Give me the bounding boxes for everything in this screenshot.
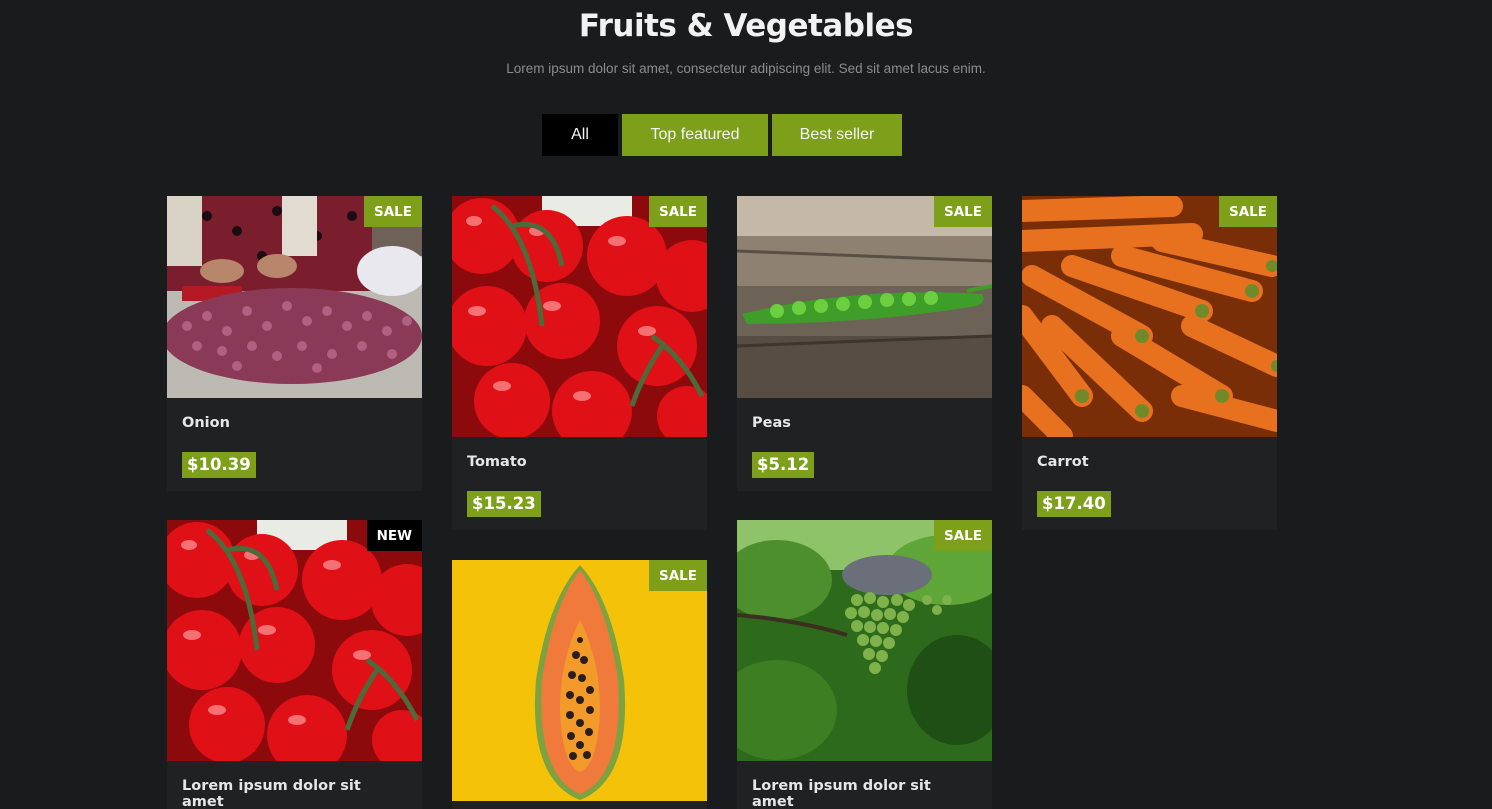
product-name[interactable]: Peas	[737, 398, 992, 438]
product-image-tomato[interactable]: NEW	[167, 520, 422, 761]
product-name[interactable]: Lorem ipsum dolor sit amet	[737, 761, 992, 809]
sale-badge: SALE	[649, 196, 707, 227]
sale-badge: SALE	[934, 520, 992, 551]
product-price: $15.23	[467, 491, 541, 517]
tab-best-seller[interactable]: Best seller	[772, 114, 902, 156]
product-image-papaya[interactable]: SALE	[452, 560, 707, 801]
product-card-tomato[interactable]: SALE Tomato $15.23	[452, 196, 707, 530]
product-name[interactable]: Lorem ipsum dolor sit amet	[167, 761, 422, 809]
product-name[interactable]: Tomato	[452, 437, 707, 477]
product-card-grapes[interactable]: SALE Lorem ipsum dolor sit amet	[737, 520, 992, 809]
sale-badge: SALE	[364, 196, 422, 227]
product-card-peas[interactable]: SALE Peas $5.12	[737, 196, 992, 491]
page-subtitle: Lorem ipsum dolor sit amet, consectetur …	[506, 61, 986, 76]
product-name[interactable]: Onion	[167, 398, 422, 438]
product-card-onion[interactable]: SALE Onion $10.39	[167, 196, 422, 491]
product-price: $5.12	[752, 452, 815, 478]
filter-tabs: All Top featured Best seller	[542, 114, 902, 156]
product-image-peas[interactable]: SALE	[737, 196, 992, 398]
new-badge: NEW	[366, 520, 422, 551]
product-card-papaya[interactable]: SALE	[452, 560, 707, 809]
product-price: $17.40	[1037, 491, 1111, 517]
tab-all[interactable]: All	[542, 114, 618, 156]
product-card-lorem-new[interactable]: NEW Lorem ipsum dolor sit amet	[167, 520, 422, 809]
sale-badge: SALE	[934, 196, 992, 227]
product-price: $10.39	[182, 452, 256, 478]
sale-badge: SALE	[649, 560, 707, 591]
product-card-carrot[interactable]: SALE Carrot $17.40	[1022, 196, 1277, 530]
product-image-grapes[interactable]: SALE	[737, 520, 992, 761]
product-image-tomato[interactable]: SALE	[452, 196, 707, 437]
tab-top-featured[interactable]: Top featured	[622, 114, 768, 156]
product-image-onion[interactable]: SALE	[167, 196, 422, 398]
sale-badge: SALE	[1219, 196, 1277, 227]
product-name[interactable]: Carrot	[1022, 437, 1277, 477]
page-title: Fruits & Vegetables	[578, 8, 914, 44]
product-image-carrot[interactable]: SALE	[1022, 196, 1277, 437]
